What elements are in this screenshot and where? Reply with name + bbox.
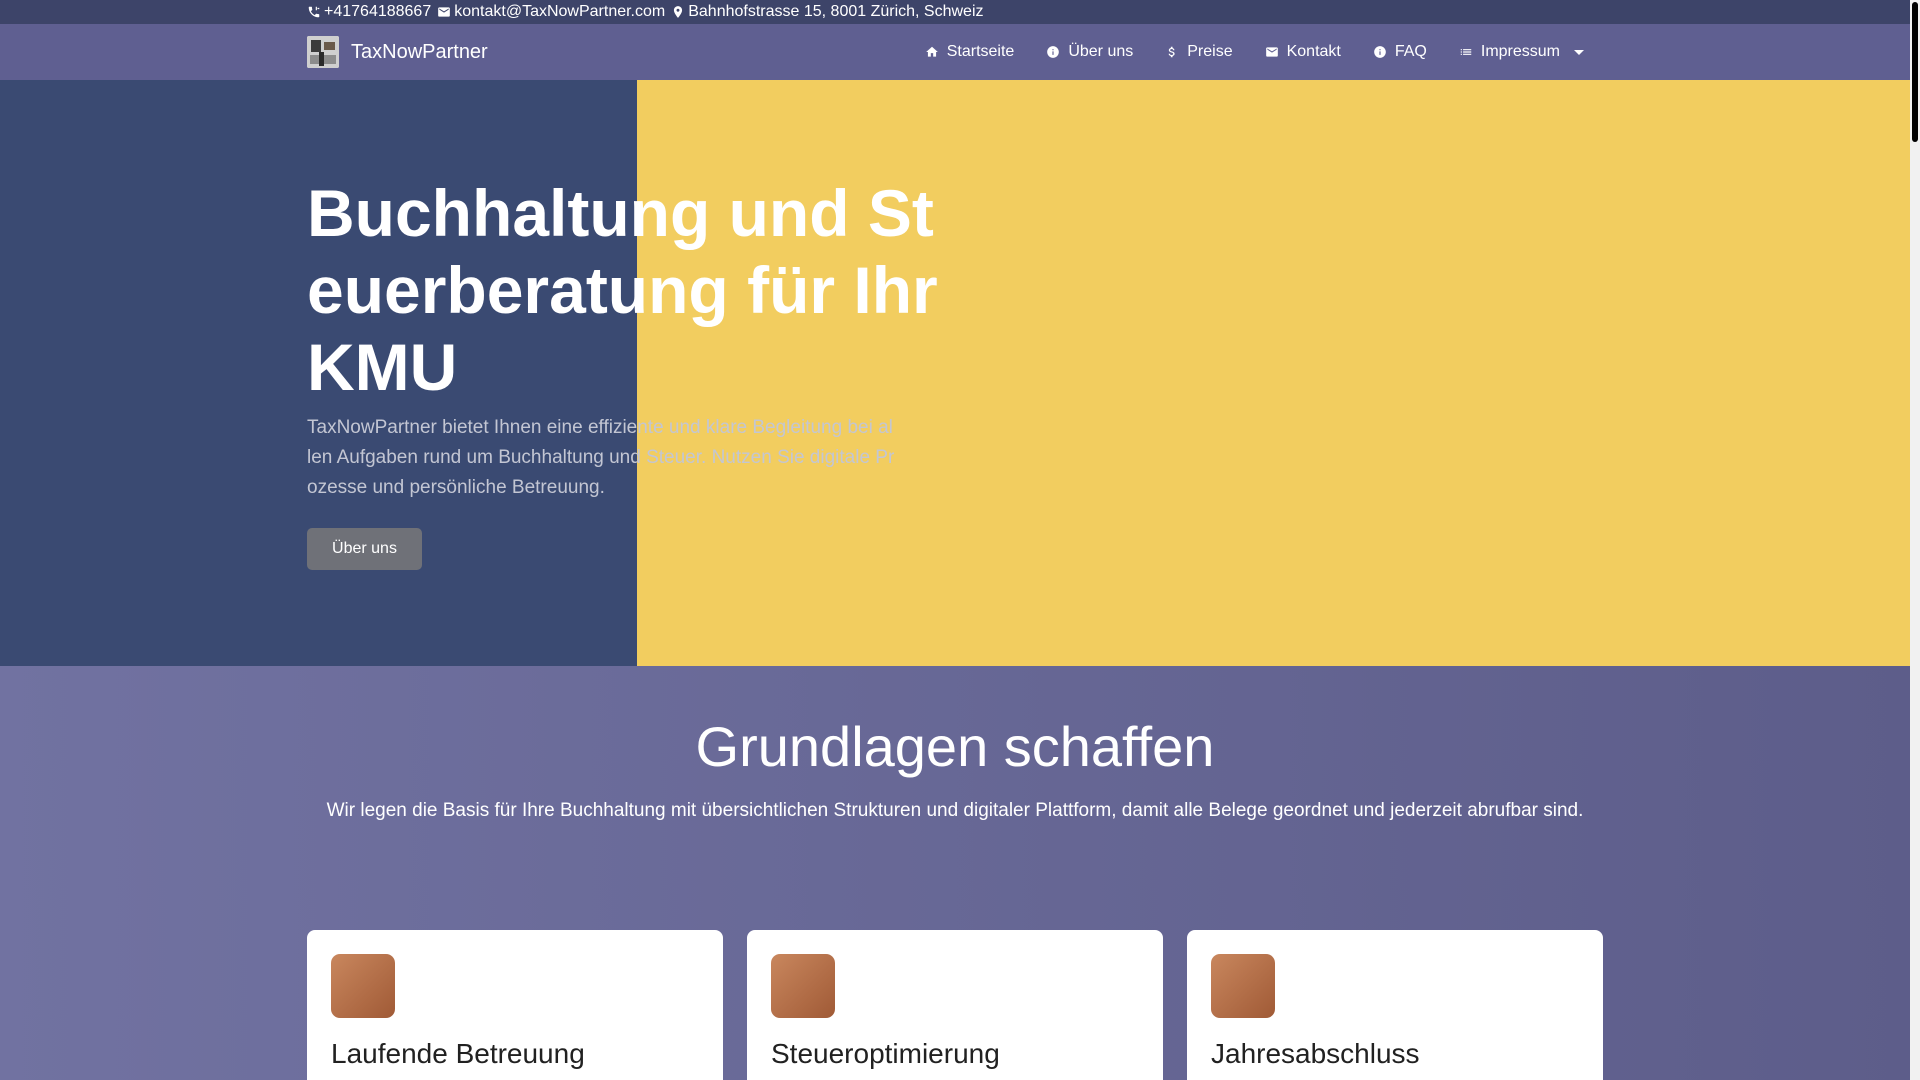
nav-label: Impressum [1480, 43, 1560, 60]
foundation-section: Grundlagen schaffen Wir legen die Basis … [0, 666, 1910, 1080]
brand-name: TaxNowPartner [351, 40, 488, 63]
nav-label: FAQ [1394, 43, 1427, 60]
list-icon [1460, 49, 1472, 55]
service-card[interactable]: Steueroptimierung [747, 930, 1163, 1080]
phone-icon [308, 6, 320, 18]
service-card[interactable]: Jahresabschluss [1187, 930, 1603, 1080]
service-card[interactable]: Laufende Betreuung [307, 930, 723, 1080]
section-title: Grundlagen schaffen [695, 715, 1215, 778]
nav-startseite[interactable]: Startseite [909, 24, 1031, 80]
scrollbar-thumb[interactable] [1912, 2, 1918, 142]
main-menu: Startseite Über uns Preise Kontakt FAQ I… [909, 24, 1600, 80]
caret-down-icon [1574, 49, 1584, 55]
nav-kontakt[interactable]: Kontakt [1249, 24, 1357, 80]
hero-title: Buchhaltung und Steuerberatung für Ihr K… [307, 176, 938, 404]
contact-phone-text: +41764188667 [324, 3, 432, 20]
info-icon [1047, 46, 1060, 58]
service-icon [331, 954, 395, 1018]
info-icon [1374, 46, 1386, 58]
contact-address-text: Bahnhofstrasse 15, 8001 Zürich, Schweiz [688, 3, 984, 20]
service-card-title: Steueroptimierung [771, 1038, 1000, 1069]
nav-label: Preise [1187, 43, 1233, 60]
nav-label: Über uns [1068, 43, 1134, 60]
contact-email-text: kontakt@TaxNowPartner.com [454, 3, 666, 20]
nav-label: Kontakt [1286, 43, 1341, 60]
mail-icon [1265, 47, 1278, 57]
location-pin-icon [674, 6, 683, 18]
page: +41764188667 kontakt@TaxNowPartner.com B… [0, 0, 1910, 1080]
nav-faq[interactable]: FAQ [1357, 24, 1443, 80]
contact-email[interactable]: kontakt@TaxNowPartner.com [437, 3, 665, 21]
brand-link[interactable]: TaxNowPartner [307, 36, 488, 68]
service-card-title: Laufende Betreuung [331, 1038, 585, 1069]
page-scrollbar[interactable] [1910, 0, 1920, 1080]
contact-bar: +41764188667 kontakt@TaxNowPartner.com B… [0, 0, 1910, 24]
nav-impressum-dropdown[interactable]: Impressum [1443, 24, 1600, 80]
nav-ueber-uns[interactable]: Über uns [1030, 24, 1149, 80]
service-icon [1211, 954, 1275, 1018]
nav-label: Startseite [946, 43, 1015, 60]
section-subtitle: Wir legen die Basis für Ihre Buchhaltung… [326, 800, 1584, 821]
contact-address: Bahnhofstrasse 15, 8001 Zürich, Schweiz [671, 3, 984, 21]
service-icon [771, 954, 835, 1018]
hero-lead: TaxNowPartner bietet Ihnen eine effizien… [307, 417, 895, 498]
hero-section: Buchhaltung und Steuerberatung für Ihr K… [0, 80, 1910, 666]
nav-preise[interactable]: Preise [1149, 24, 1248, 80]
contact-phone[interactable]: +41764188667 [307, 3, 431, 21]
mail-icon [438, 7, 451, 17]
service-card-title: Jahresabschluss [1211, 1038, 1420, 1069]
logo [307, 36, 339, 68]
navbar: TaxNowPartner Startseite Über uns Preise… [0, 24, 1910, 80]
dollar-icon [1168, 46, 1175, 58]
about-us-button[interactable]: Über uns [307, 528, 422, 570]
home-icon [925, 46, 938, 57]
